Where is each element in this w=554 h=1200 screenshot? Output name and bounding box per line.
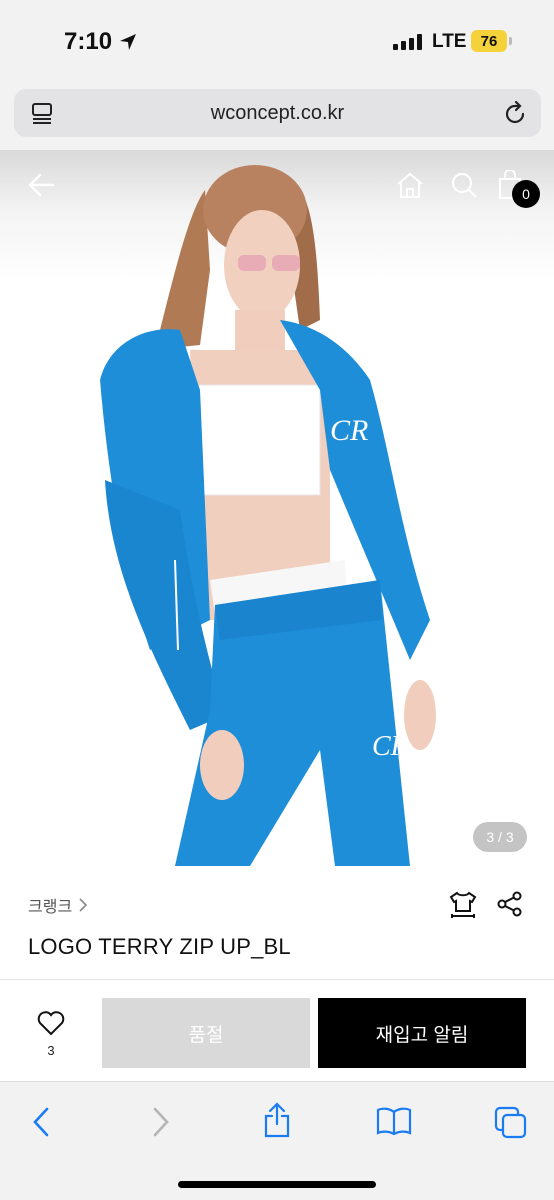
browser-address-area: wconcept.co.kr — [0, 80, 554, 150]
product-photo: CR CR — [100, 165, 436, 866]
battery-tip — [509, 37, 512, 45]
time-text: 7:10 — [64, 28, 113, 55]
size-guide-icon[interactable] — [448, 890, 478, 925]
status-time: 7:10 — [64, 28, 138, 56]
like-count: 3 — [47, 1043, 55, 1058]
tab-switcher-icon[interactable] — [494, 1106, 528, 1145]
home-icon[interactable] — [395, 170, 425, 205]
cart-count-badge[interactable]: 0 — [512, 180, 540, 208]
chevron-right-icon[interactable] — [150, 1106, 172, 1143]
chevron-right-icon — [79, 898, 88, 912]
battery-indicator: 76 — [471, 30, 507, 52]
brand-name[interactable]: 크랭크 — [28, 893, 72, 917]
product-image[interactable]: CR CR 0 3 / 3 — [0, 150, 554, 866]
signal-icon — [393, 34, 422, 50]
navigation-arrow-icon — [120, 34, 137, 50]
brand-link[interactable]: 크랭크 — [28, 893, 88, 917]
divider — [0, 979, 554, 980]
image-overlay-nav: 0 — [0, 150, 554, 220]
address-bar[interactable]: wconcept.co.kr — [14, 89, 541, 137]
product-actions — [448, 890, 524, 925]
chevron-left-icon[interactable] — [30, 1106, 52, 1143]
search-icon[interactable] — [449, 170, 479, 205]
share-sheet-icon[interactable] — [262, 1102, 292, 1143]
status-bar: 7:10 LTE 76 — [0, 0, 554, 80]
share-icon[interactable] — [496, 890, 524, 925]
home-indicator — [178, 1181, 376, 1188]
back-arrow-icon[interactable] — [26, 170, 56, 205]
restock-alert-button[interactable]: 재입고 알림 — [318, 998, 526, 1068]
reload-icon[interactable] — [503, 100, 527, 131]
url-text[interactable]: wconcept.co.kr — [14, 102, 541, 125]
bookmarks-icon[interactable] — [376, 1106, 412, 1141]
svg-text:CR: CR — [330, 414, 368, 447]
image-counter: 3 / 3 — [473, 822, 527, 852]
network-type: LTE — [432, 31, 467, 52]
soldout-button[interactable]: 품절 — [102, 998, 310, 1068]
svg-text:CR: CR — [372, 731, 408, 762]
product-title: LOGO TERRY ZIP UP_BL — [28, 934, 291, 959]
like-button[interactable]: 3 — [34, 1010, 68, 1058]
heart-icon[interactable] — [37, 1010, 65, 1036]
